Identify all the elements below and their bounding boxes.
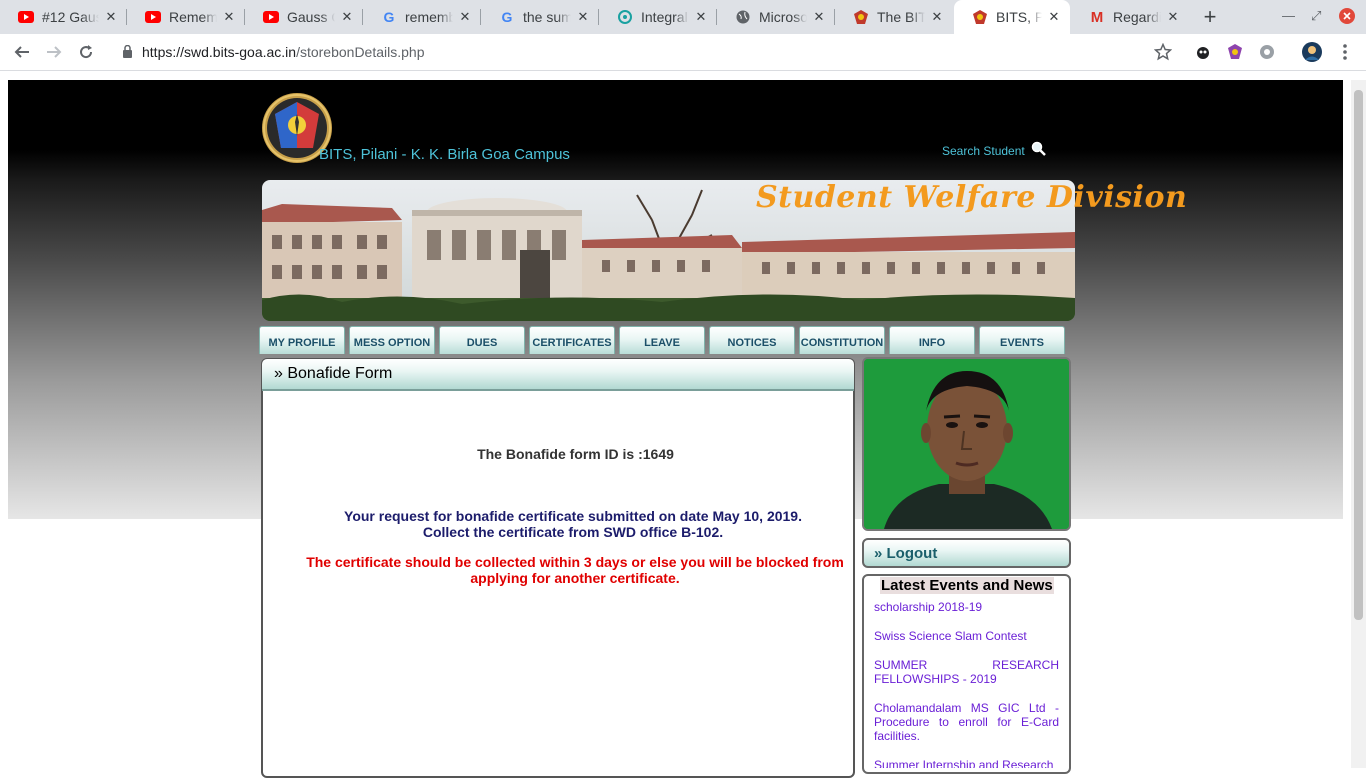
tab-title: remember [405,9,453,25]
nav-info[interactable]: INFO [889,326,975,354]
minimize-icon[interactable]: — [1282,8,1295,23]
browser-tab[interactable]: G remember ✕ [363,0,481,34]
main-navigation: MY PROFILE MESS OPTION DUES CERTIFICATES… [259,326,1067,354]
logout-link[interactable]: » Logout [862,538,1071,568]
tab-title: Regardi [1113,9,1161,25]
tab-title: Gauss Q [287,9,335,25]
close-tab-icon[interactable]: ✕ [811,9,827,25]
tab-title: Integral [641,9,688,25]
scrollbar[interactable] [1351,80,1366,768]
lock-icon [122,44,133,63]
close-tab-icon[interactable]: ✕ [693,9,709,25]
tab-title: BITS, Pil [996,9,1042,25]
campus-name[interactable]: BITS, Pilani - K. K. Birla Goa Campus [319,146,570,163]
tab-title: #12 Gauss [42,9,99,25]
tab-title: Microsoft [759,9,807,25]
new-tab-button[interactable]: + [1198,5,1222,29]
close-tab-icon[interactable]: ✕ [457,9,473,25]
browser-tab[interactable]: G the sum ✕ [481,0,599,34]
gmail-icon: M [1090,8,1104,26]
tab-title: the sum [523,9,571,25]
news-item-link[interactable]: Summer Internship and Research [874,758,1059,768]
close-tab-icon[interactable]: ✕ [103,9,119,25]
extension-icon[interactable] [1226,43,1244,61]
nav-certificates[interactable]: CERTIFICATES [529,326,615,354]
collection-warning: The certificate should be collected with… [306,554,844,586]
menu-icon[interactable] [1336,43,1354,61]
browser-tab[interactable]: Gauss Q ✕ [245,0,363,34]
tab-title: The BITS [877,9,925,25]
student-photo [862,357,1071,531]
url-text: https://swd.bits-goa.ac.in/storebonDetai… [142,44,425,60]
bits-icon [972,9,988,25]
nav-constitution[interactable]: CONSTITUTION [799,326,885,354]
browser-tab[interactable]: Microsoft ✕ [717,0,835,34]
reload-icon[interactable] [74,40,98,64]
extension-icon[interactable] [1194,43,1212,61]
nav-leave[interactable]: LEAVE [619,326,705,354]
close-tab-icon[interactable]: ✕ [339,9,355,25]
youtube-icon [18,9,34,25]
close-window-icon[interactable] [1339,8,1355,27]
nav-my-profile[interactable]: MY PROFILE [259,326,345,354]
search-student-link[interactable]: Search Student [942,141,1047,160]
browser-toolbar: https://swd.bits-goa.ac.in/storebonDetai… [0,34,1366,71]
close-tab-icon[interactable]: ✕ [1046,9,1062,25]
browser-tab[interactable]: The BITS ✕ [835,0,953,34]
submission-message-line2: Collect the certificate from SWD office … [422,524,724,540]
globe-icon [735,9,751,25]
nav-events[interactable]: EVENTS [979,326,1065,354]
profile-avatar-icon[interactable] [1302,42,1322,62]
bookmark-star-icon[interactable] [1153,42,1173,61]
submission-message: Your request for bonafide certificate su… [262,508,884,540]
address-bar[interactable]: https://swd.bits-goa.ac.in/storebonDetai… [110,37,1185,67]
youtube-icon [263,9,279,25]
extension-icon[interactable] [1258,43,1276,61]
news-item-link[interactable]: Swiss Science Slam Contest [874,629,1059,643]
browser-tab[interactable]: Remember ✕ [127,0,245,34]
nav-mess-option[interactable]: MESS OPTION [349,326,435,354]
close-tab-icon[interactable]: ✕ [575,9,591,25]
panel-heading: » Bonafide Form [262,359,854,391]
close-tab-icon[interactable]: ✕ [929,9,945,25]
search-student-label: Search Student [942,143,1025,158]
browser-tab[interactable]: Integral ✕ [599,0,717,34]
submission-message-line1: Your request for bonafide certificate su… [344,508,802,524]
close-tab-icon[interactable]: ✕ [221,9,237,25]
bits-icon [853,9,869,25]
banner-title: Student Welfare Division [756,180,1188,215]
forward-icon[interactable] [42,40,66,64]
google-icon: G [383,9,395,25]
scrollbar-thumb[interactable] [1354,90,1363,620]
close-tab-icon[interactable]: ✕ [1165,9,1181,25]
news-heading: Latest Events and News [880,577,1054,594]
browser-tab-active[interactable]: BITS, Pil ✕ [954,0,1070,34]
back-icon[interactable] [10,40,34,64]
news-item-link[interactable]: scholarship 2018-19 [874,600,1059,613]
maximize-icon[interactable]: ⤢ [1311,8,1321,24]
browser-tab[interactable]: #12 Gauss ✕ [0,0,127,34]
nav-notices[interactable]: NOTICES [709,326,795,354]
bonafide-form-id: The Bonafide form ID is :1649 [477,446,674,462]
site-icon [617,9,633,25]
tab-title: Remember [169,9,217,25]
news-item-link[interactable]: SUMMER RESEARCH FELLOWSHIPS - 2019 [874,658,1059,686]
tab-strip: #12 Gauss ✕ Remember ✕ Gauss Q ✕ G remem… [0,0,1366,34]
youtube-icon [145,9,161,25]
google-icon: G [501,9,513,25]
news-item-link[interactable]: Cholamandalam MS GIC Ltd - Procedure to … [874,701,1059,743]
nav-dues[interactable]: DUES [439,326,525,354]
browser-tab[interactable]: M Regardi ✕ [1071,0,1189,34]
search-icon [1031,141,1047,160]
